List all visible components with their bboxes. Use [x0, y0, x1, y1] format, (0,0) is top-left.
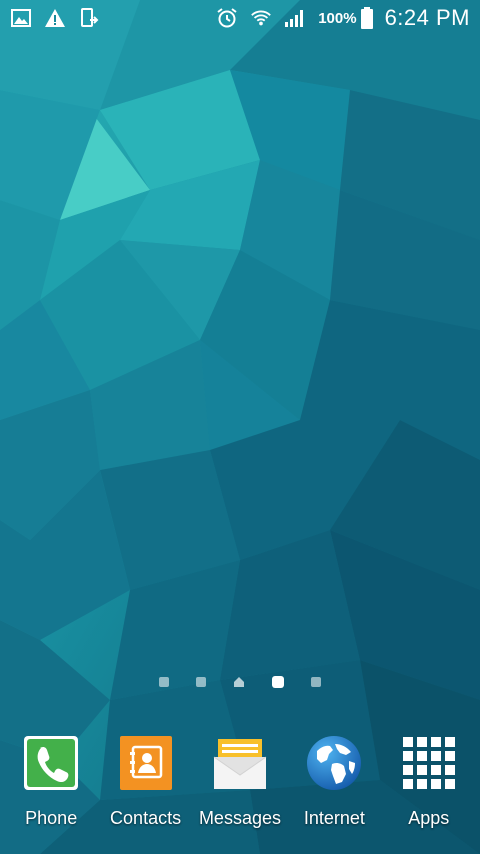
page-dot[interactable]: [196, 677, 206, 687]
page-dot-active[interactable]: [272, 676, 284, 688]
alarm-icon: [216, 7, 238, 29]
system-icons: 100% 6:24 PM: [216, 5, 470, 31]
signal-icon: [284, 7, 306, 29]
app-label: Phone: [25, 808, 78, 828]
battery-icon: [360, 7, 373, 29]
dock-item-internet[interactable]: Internet: [287, 726, 381, 836]
app-label: Internet: [303, 808, 365, 828]
messages-icon[interactable]: [209, 732, 271, 794]
globe-icon[interactable]: [303, 732, 365, 794]
gallery-icon: [10, 7, 32, 29]
warning-icon: [44, 7, 66, 29]
app-label: Contacts: [110, 808, 182, 828]
page-dot[interactable]: [159, 677, 169, 687]
status-clock: 6:24 PM: [384, 5, 470, 30]
page-dot[interactable]: [311, 677, 321, 687]
wifi-icon: [250, 7, 272, 29]
apps-grid-icon[interactable]: [398, 732, 460, 794]
dock-item-messages[interactable]: Messages: [193, 726, 287, 836]
home-page-dot-icon[interactable]: [233, 676, 245, 688]
dock-item-apps[interactable]: Apps: [382, 726, 476, 836]
battery-percentage: 100%: [318, 9, 357, 27]
dock-item-phone[interactable]: Phone: [4, 726, 98, 836]
phone-icon[interactable]: [20, 732, 82, 794]
app-label: Messages: [198, 808, 281, 828]
page-indicator[interactable]: [0, 674, 480, 690]
screen-mirroring-icon: [78, 7, 100, 29]
status-bar: 100% 6:24 PM: [0, 0, 480, 36]
battery-indicator: 100%: [318, 7, 373, 29]
app-label: Apps: [408, 808, 450, 828]
notification-icons: [10, 7, 100, 29]
contacts-icon[interactable]: [115, 732, 177, 794]
dock-item-contacts[interactable]: Contacts: [99, 726, 193, 836]
dock: Phone Contacts Messages Internet Apps: [0, 726, 480, 836]
